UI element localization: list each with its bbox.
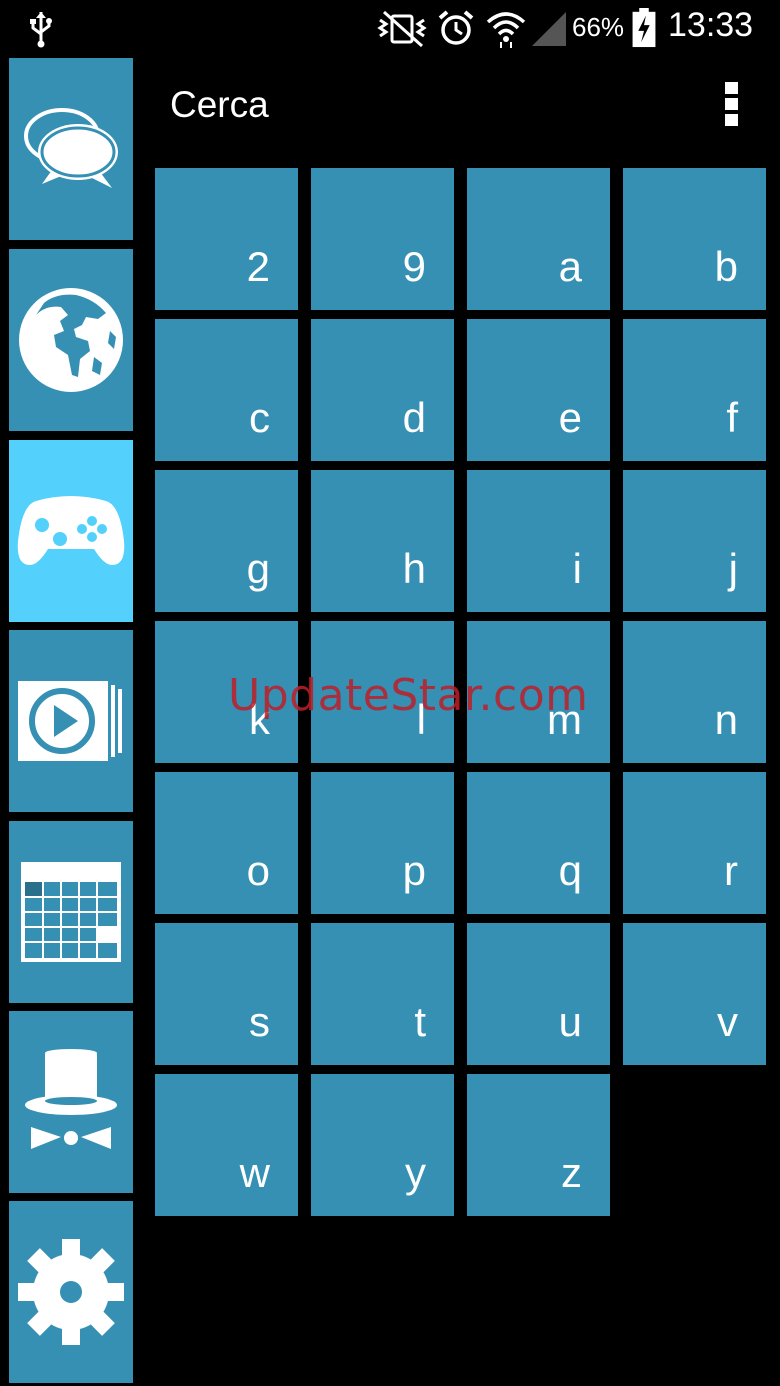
letter-tile-label: e — [558, 394, 582, 441]
letter-tile-label: t — [414, 998, 426, 1045]
signal-icon — [532, 12, 566, 46]
letter-tile-label: j — [728, 545, 738, 592]
wifi-icon — [486, 12, 526, 48]
letter-tile[interactable]: t — [311, 923, 454, 1065]
letter-tile[interactable]: 2 — [155, 168, 298, 310]
letter-tile-label: r — [724, 847, 738, 894]
letter-tile[interactable]: c — [155, 319, 298, 461]
letter-tile-label: c — [249, 394, 270, 441]
sidebar-item-calendar[interactable] — [9, 821, 133, 1003]
calendar-icon — [21, 862, 121, 962]
sidebar-item-settings[interactable] — [9, 1201, 133, 1383]
vibrate-icon — [377, 10, 427, 48]
chat-bubbles-icon — [24, 108, 118, 188]
letter-tile[interactable]: 9 — [311, 168, 454, 310]
letter-tile-label: o — [246, 847, 270, 894]
letter-tile-label: 2 — [246, 243, 270, 290]
letter-tile[interactable]: p — [311, 772, 454, 914]
gamepad-icon — [17, 496, 125, 565]
letter-tile-label: d — [402, 394, 426, 441]
letter-tile-label: n — [714, 696, 738, 743]
letter-tile[interactable]: w — [155, 1074, 298, 1216]
letter-tile[interactable]: e — [467, 319, 610, 461]
letter-tile-label: q — [558, 847, 582, 894]
status-bar: 66% 13:33 — [0, 0, 780, 54]
letter-tile[interactable]: f — [623, 319, 766, 461]
letter-tile-label: w — [239, 1149, 270, 1196]
letter-tile-label: p — [402, 847, 426, 894]
letter-tile-label: h — [402, 545, 426, 592]
watermark: UpdateStar.com — [228, 670, 589, 721]
letter-tile-label: b — [714, 243, 738, 290]
letter-tile[interactable]: n — [623, 621, 766, 763]
letter-tile[interactable]: h — [311, 470, 454, 612]
letter-tile[interactable]: b — [623, 168, 766, 310]
letter-tile-label: v — [717, 998, 738, 1045]
letter-tile-label: u — [558, 998, 582, 1045]
letter-tile-label: f — [726, 394, 738, 441]
gear-icon — [18, 1239, 124, 1345]
letter-tile[interactable]: j — [623, 470, 766, 612]
letter-tile[interactable]: u — [467, 923, 610, 1065]
letter-tile[interactable]: g — [155, 470, 298, 612]
letter-tile[interactable]: v — [623, 923, 766, 1065]
sidebar-item-tools[interactable] — [9, 1011, 133, 1193]
sidebar-item-media[interactable] — [9, 630, 133, 812]
sidebar-item-internet[interactable] — [9, 249, 133, 431]
page-title: Cerca — [170, 84, 269, 125]
usb-icon — [30, 12, 52, 48]
letter-tile[interactable]: q — [467, 772, 610, 914]
overflow-menu-icon[interactable] — [716, 78, 748, 130]
letter-tile[interactable]: r — [623, 772, 766, 914]
letter-tile-label: s — [249, 998, 270, 1045]
clock: 13:33 — [668, 6, 754, 44]
letter-tile[interactable]: d — [311, 319, 454, 461]
letter-tile[interactable]: i — [467, 470, 610, 612]
letter-tile-label: g — [246, 545, 270, 592]
letter-tile-label: i — [572, 545, 582, 592]
letter-tile-label: z — [561, 1149, 582, 1196]
letter-tile-label: 9 — [402, 243, 426, 290]
sidebar-item-messages[interactable] — [9, 58, 133, 240]
globe-icon — [19, 288, 123, 392]
letter-tile[interactable]: z — [467, 1074, 610, 1216]
battery-percent: 66% — [572, 12, 625, 42]
sidebar-item-games[interactable] — [9, 440, 133, 622]
letter-tile[interactable]: s — [155, 923, 298, 1065]
play-icon — [18, 681, 122, 761]
battery-charging-icon — [632, 8, 656, 48]
alarm-icon — [438, 10, 474, 45]
top-hat-bowtie-icon — [25, 1049, 117, 1149]
letter-tile[interactable]: a — [467, 168, 610, 310]
letter-tile-label: a — [558, 243, 582, 290]
letter-tile[interactable]: y — [311, 1074, 454, 1216]
letter-tile-label: y — [405, 1149, 426, 1196]
letter-tile[interactable]: o — [155, 772, 298, 914]
